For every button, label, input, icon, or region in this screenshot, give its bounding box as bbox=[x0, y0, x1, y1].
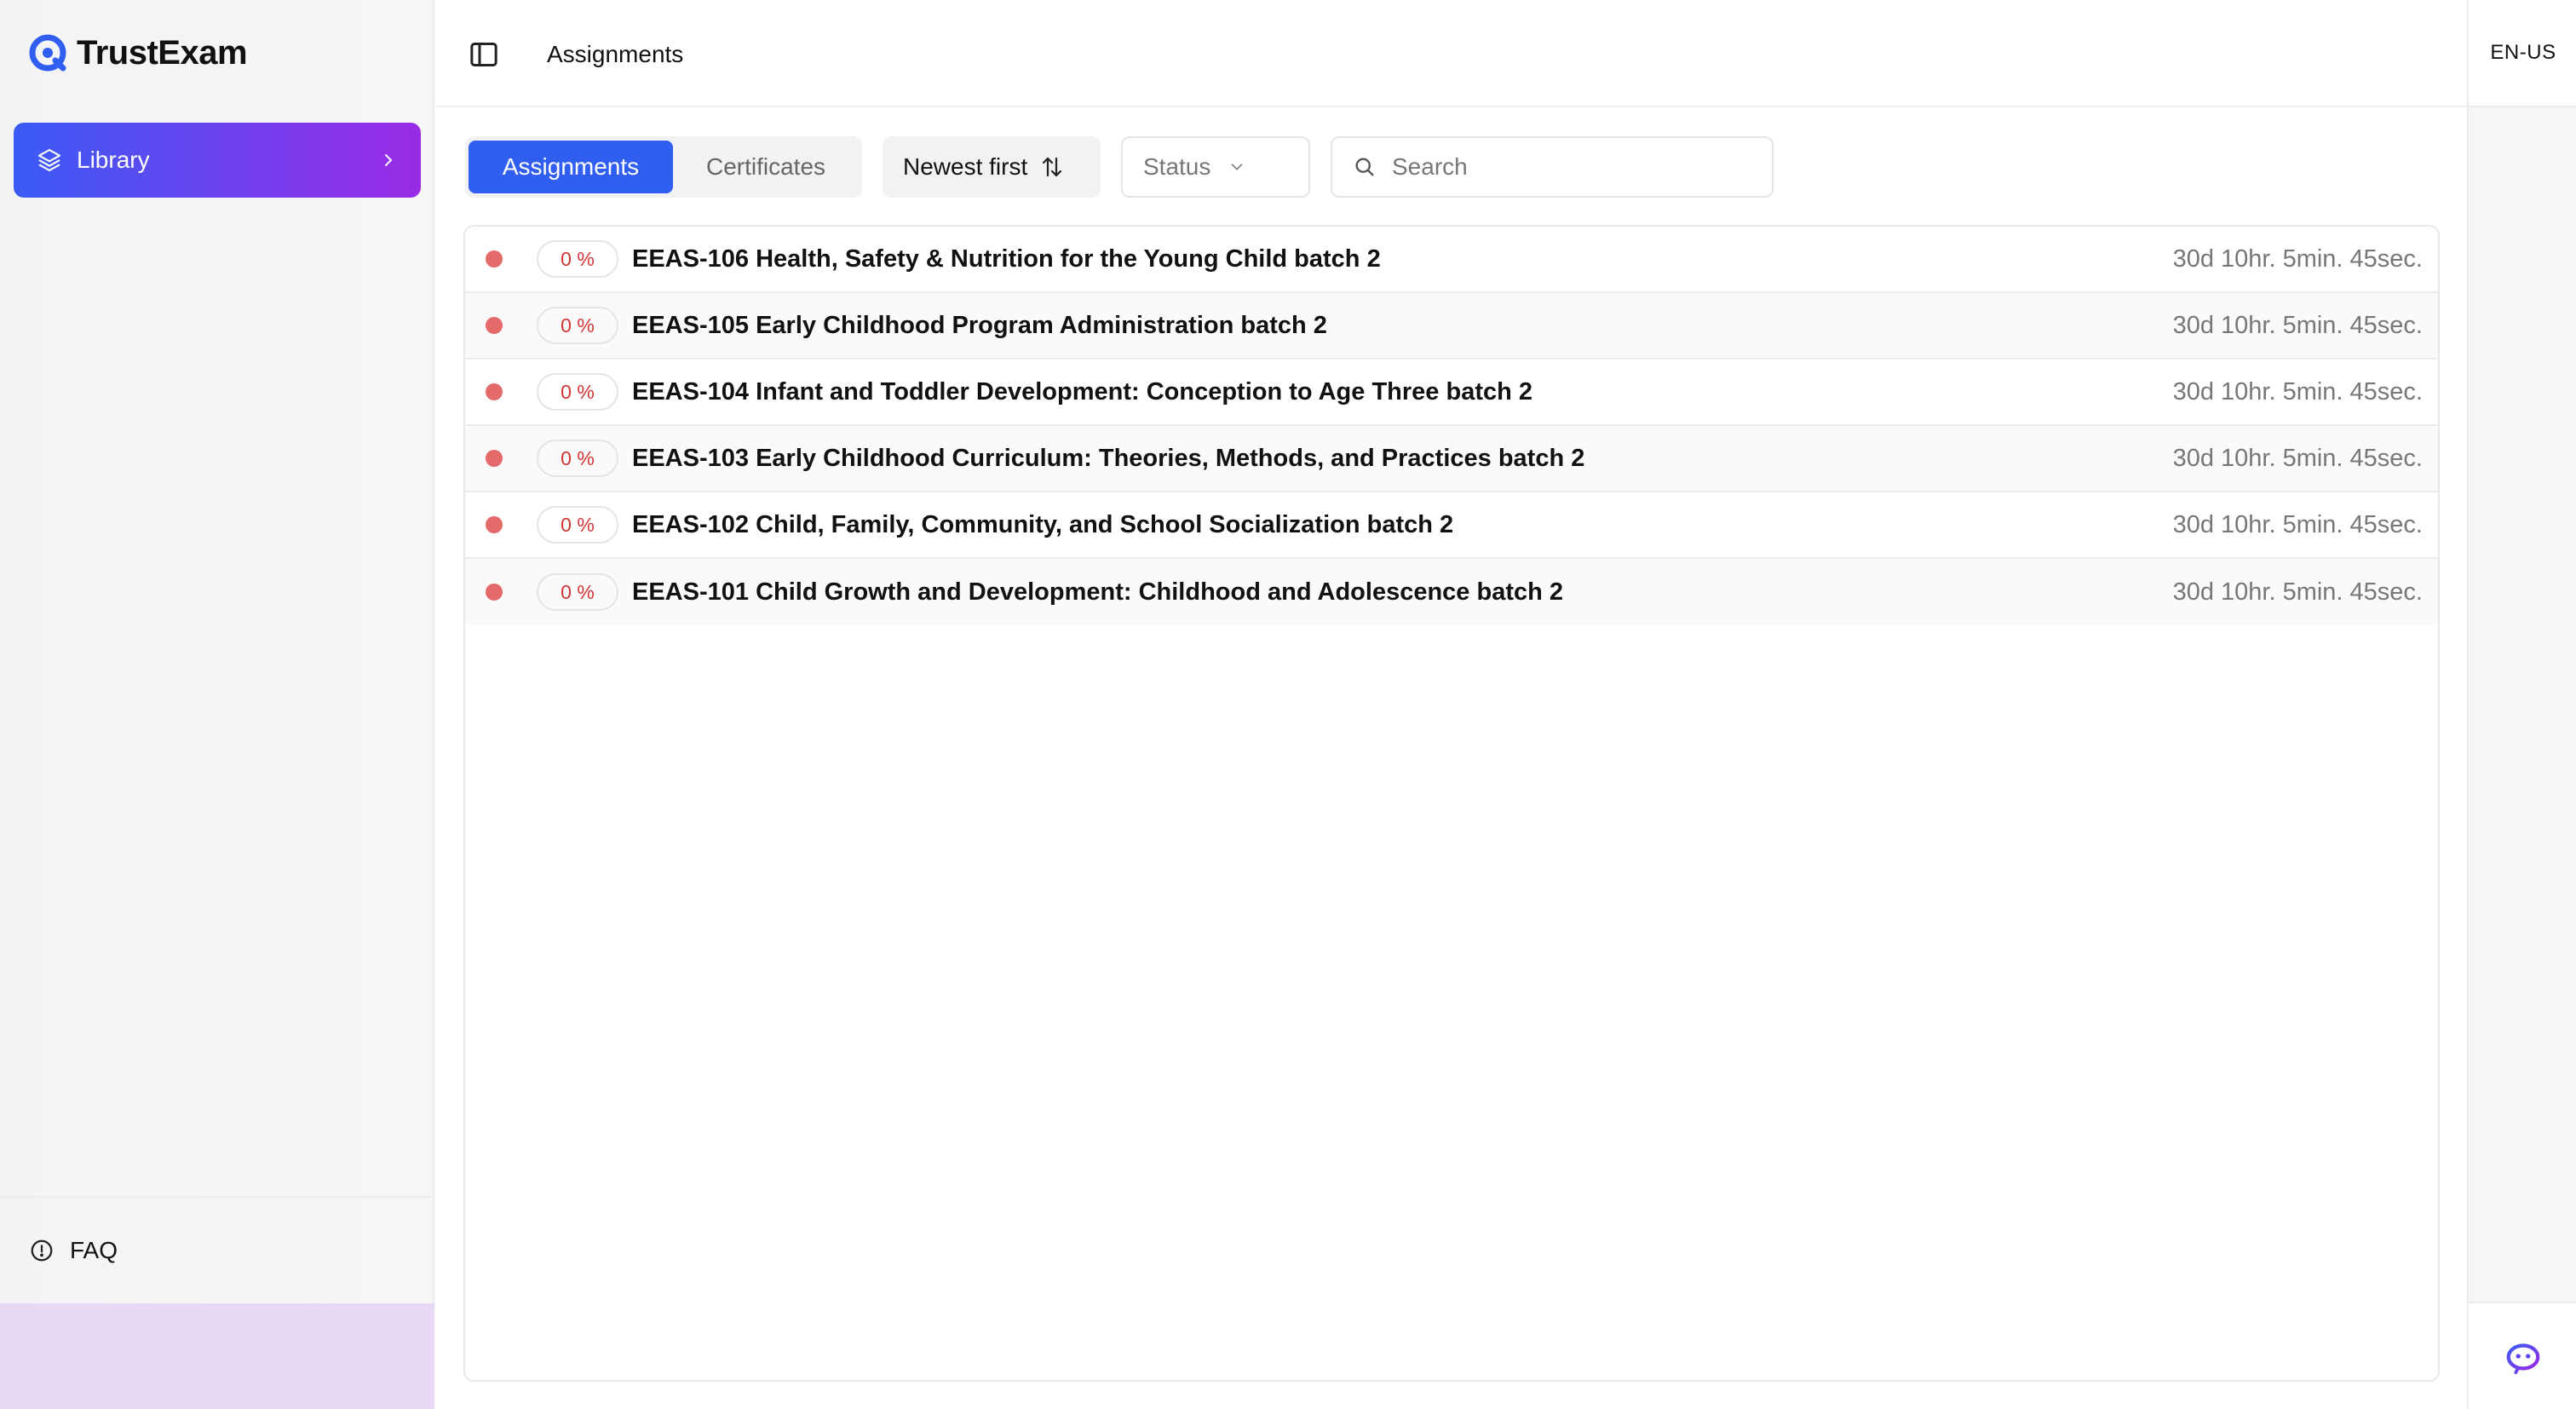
assignment-title: EEAS-106 Health, Safety & Nutrition for … bbox=[632, 244, 1381, 273]
time-remaining: 30d 10hr. 5min. 45sec. bbox=[2172, 510, 2423, 538]
time-remaining: 30d 10hr. 5min. 45sec. bbox=[2172, 244, 2423, 273]
status-filter-label: Status bbox=[1143, 153, 1211, 180]
sidebar-item-label: Library bbox=[77, 147, 150, 173]
time-remaining: 30d 10hr. 5min. 45sec. bbox=[2172, 377, 2423, 405]
language-area: EN-US bbox=[2469, 0, 2576, 107]
logo-icon bbox=[29, 34, 66, 72]
layers-icon bbox=[37, 148, 61, 172]
assignment-title: EEAS-104 Infant and Toddler Development:… bbox=[632, 377, 1533, 405]
time-remaining: 30d 10hr. 5min. 45sec. bbox=[2172, 578, 2423, 606]
list-item[interactable]: 0 % EEAS-103 Early Childhood Curriculum:… bbox=[465, 426, 2438, 492]
status-dot bbox=[486, 516, 503, 533]
assistant-area bbox=[2469, 1302, 2576, 1409]
sidebar-footer-panel bbox=[0, 1303, 434, 1409]
language-selector[interactable]: EN-US bbox=[2490, 41, 2556, 65]
logo[interactable]: TrustExam bbox=[27, 32, 248, 73]
chatbot-icon[interactable] bbox=[2504, 1337, 2543, 1376]
sort-label: Newest first bbox=[903, 153, 1028, 180]
top-header: Assignments bbox=[436, 0, 2467, 107]
tab-assignments[interactable]: Assignments bbox=[469, 141, 673, 193]
status-dot bbox=[486, 450, 503, 467]
assignment-title: EEAS-103 Early Childhood Curriculum: The… bbox=[632, 444, 1585, 472]
chevron-down-icon bbox=[1231, 164, 1243, 171]
tab-certificates[interactable]: Certificates bbox=[673, 141, 859, 193]
time-remaining: 30d 10hr. 5min. 45sec. bbox=[2172, 444, 2423, 472]
assignment-title: EEAS-105 Early Childhood Program Adminis… bbox=[632, 311, 1327, 339]
faq-label: FAQ bbox=[70, 1237, 118, 1263]
chevron-right-icon bbox=[385, 154, 393, 166]
list-item[interactable]: 0 % EEAS-101 Child Growth and Developmen… bbox=[465, 559, 2438, 625]
progress-badge: 0 % bbox=[537, 440, 618, 477]
list-item[interactable]: 0 % EEAS-104 Infant and Toddler Developm… bbox=[465, 359, 2438, 426]
app-root: TrustExam Library FAQ Assignments EN-US … bbox=[0, 0, 2576, 1409]
assignment-title: EEAS-102 Child, Family, Community, and S… bbox=[632, 510, 1454, 538]
status-dot bbox=[486, 317, 503, 334]
progress-badge: 0 % bbox=[537, 506, 618, 543]
status-dot bbox=[486, 584, 503, 601]
progress-badge: 0 % bbox=[537, 573, 618, 611]
search-icon bbox=[1355, 158, 1374, 176]
search-input[interactable] bbox=[1392, 153, 1750, 181]
faq-link[interactable]: FAQ bbox=[29, 1237, 118, 1264]
right-rail: EN-US bbox=[2467, 0, 2576, 1409]
time-remaining: 30d 10hr. 5min. 45sec. bbox=[2172, 311, 2423, 339]
list-item[interactable]: 0 % EEAS-105 Early Childhood Program Adm… bbox=[465, 293, 2438, 359]
sidebar-item-library[interactable]: Library bbox=[14, 123, 421, 198]
progress-badge: 0 % bbox=[537, 240, 618, 278]
progress-badge: 0 % bbox=[537, 307, 618, 344]
search-box bbox=[1331, 136, 1774, 198]
info-circle-icon bbox=[31, 1239, 53, 1262]
sidebar: TrustExam Library FAQ bbox=[0, 0, 434, 1409]
sort-button[interactable]: Newest first bbox=[883, 136, 1101, 198]
page-title: Assignments bbox=[547, 41, 684, 67]
sidebar-toggle-icon[interactable] bbox=[467, 37, 501, 72]
status-dot bbox=[486, 250, 503, 267]
app-name: TrustExam bbox=[77, 33, 248, 72]
sort-arrows-icon bbox=[1043, 157, 1062, 177]
view-tabs: Assignments Certificates bbox=[465, 136, 862, 198]
status-dot bbox=[486, 383, 503, 400]
list-item[interactable]: 0 % EEAS-102 Child, Family, Community, a… bbox=[465, 492, 2438, 559]
status-filter[interactable]: Status bbox=[1121, 136, 1310, 198]
assignment-title: EEAS-101 Child Growth and Development: C… bbox=[632, 578, 1564, 606]
progress-badge: 0 % bbox=[537, 373, 618, 411]
sidebar-divider bbox=[0, 1196, 434, 1198]
list-item[interactable]: 0 % EEAS-106 Health, Safety & Nutrition … bbox=[465, 227, 2438, 293]
assignment-list: 0 % EEAS-106 Health, Safety & Nutrition … bbox=[463, 225, 2440, 1382]
